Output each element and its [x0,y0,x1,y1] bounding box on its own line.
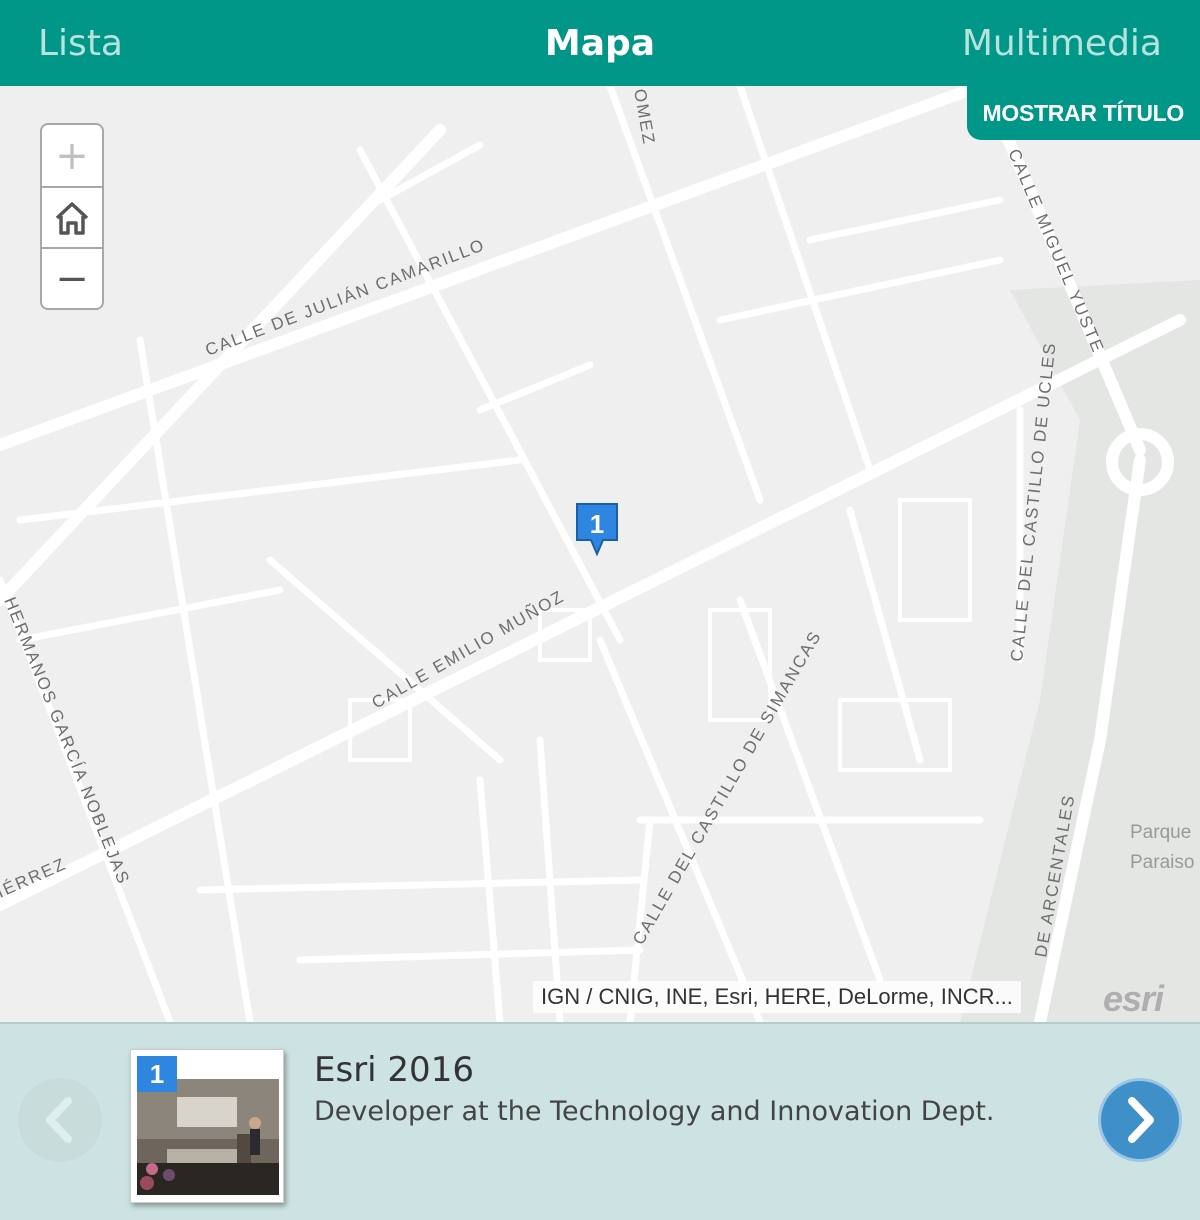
zoom-control: + − [40,123,104,310]
home-button[interactable] [42,186,102,247]
minus-icon: − [55,255,89,302]
map-attribution[interactable]: IGN / CNIG, INE, Esri, HERE, DeLorme, IN… [533,981,1021,1013]
next-button[interactable] [1098,1078,1182,1162]
chevron-left-icon [46,1097,72,1143]
street-label-castillo-simancas: CALLE DEL CASTILLO DE SIMANCAS [629,627,825,948]
tab-lista[interactable]: Lista [38,0,123,86]
thumbnail-photo [137,1079,279,1195]
esri-logo[interactable]: esri [1103,978,1164,1020]
street-label-emilio-munoz: CALLE EMILIO MUÑOZ [369,586,568,712]
story-subtitle: Developer at the Technology and Innovati… [314,1096,995,1127]
street-label-castillo-ucles: CALLE DEL CASTILLO DE UCLES [1007,340,1060,662]
chevron-right-icon [1128,1097,1154,1143]
zoom-out-button[interactable]: − [42,247,102,308]
zoom-in-button[interactable]: + [42,125,102,186]
thumbnail-badge: 1 [137,1056,177,1092]
park-label-paraiso: Paraiso [1130,852,1195,873]
tab-mapa-label[interactable]: Mapa [545,23,655,64]
story-thumbnail[interactable]: 1 [130,1049,284,1203]
home-icon [55,201,89,235]
map-marker[interactable]: 1 [575,502,619,562]
street-label-gutierrez: IÉRREZ [0,854,70,902]
street-label-hermanos-garcia: HERMANOS GARCÍA NOBLEJAS [0,594,133,887]
park-label-parque: Parque [1130,822,1192,843]
street-label-miguel-yuste: CALLE MIGUEL YUSTE [1004,146,1108,356]
map-pin-icon: 1 [576,503,618,557]
story-title: Esri 2016 [314,1050,474,1090]
previous-button[interactable] [18,1078,102,1162]
story-carousel: 1 Esri 2016 Developer at the Technology … [0,1022,1200,1220]
show-title-button[interactable]: MOSTRAR TÍTULO [966,86,1200,140]
street-label-gomez: OMEZ [630,87,659,147]
top-tab-bar: Lista Mapa Multimedia [0,0,1200,86]
map-view[interactable]: CALLE DE JULIÁN CAMARILLO CALLE EMILIO M… [0,86,1200,1022]
tab-multimedia[interactable]: Multimedia [962,0,1162,86]
plus-icon: + [55,132,89,179]
marker-number: 1 [590,509,604,539]
street-label-arcentales: DE ARCENTALES [1031,792,1078,958]
street-label-julian-camarillo: CALLE DE JULIÁN CAMARILLO [203,235,488,360]
